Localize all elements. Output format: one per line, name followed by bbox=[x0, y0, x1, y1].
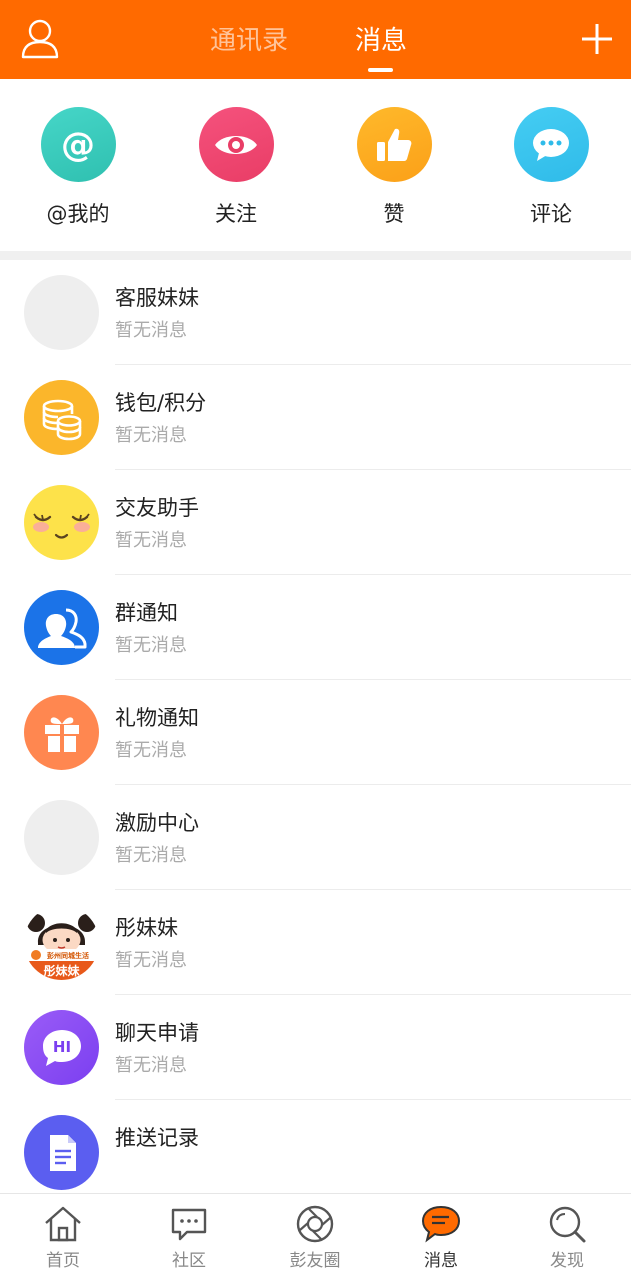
at-icon: @ bbox=[40, 107, 116, 182]
message-title: 群通知 bbox=[115, 601, 178, 625]
tab-contacts[interactable]: 通讯录 bbox=[210, 24, 288, 58]
quick-action-label: 关注 bbox=[215, 202, 257, 226]
nav-label: 社区 bbox=[172, 1251, 206, 1271]
comment-icon bbox=[513, 107, 589, 182]
plus-icon[interactable] bbox=[580, 22, 614, 56]
character-avatar: 彭州同城生活 彤妹妹 bbox=[24, 905, 99, 980]
message-subtitle: 暂无消息 bbox=[115, 425, 187, 446]
message-subtitle: 暂无消息 bbox=[115, 950, 187, 971]
nav-messages[interactable]: 消息 bbox=[378, 1194, 504, 1280]
document-icon bbox=[24, 1115, 99, 1190]
message-subtitle: 暂无消息 bbox=[115, 740, 187, 761]
message-title: 聊天申请 bbox=[115, 1021, 199, 1045]
community-chat-icon bbox=[169, 1204, 209, 1244]
svg-text:@: @ bbox=[61, 125, 95, 165]
quick-actions: @ @我的 关注 赞 评论 bbox=[0, 79, 631, 251]
placeholder-avatar bbox=[24, 275, 99, 350]
group-icon bbox=[24, 590, 99, 665]
thumbs-up-icon bbox=[356, 107, 432, 182]
message-subtitle: 暂无消息 bbox=[115, 320, 187, 341]
nav-label: 发现 bbox=[550, 1251, 584, 1271]
message-row-friend-assistant[interactable]: 交友助手 暂无消息 bbox=[0, 470, 631, 575]
message-title: 礼物通知 bbox=[115, 706, 199, 730]
section-divider bbox=[0, 251, 631, 260]
message-row-chat-request[interactable]: HI 聊天申请 暂无消息 bbox=[0, 995, 631, 1100]
message-row-customer-service[interactable]: 客服妹妹 暂无消息 bbox=[0, 260, 631, 365]
message-subtitle: 暂无消息 bbox=[115, 530, 187, 551]
message-row-push-history[interactable]: 推送记录 bbox=[0, 1100, 631, 1205]
avatar-brand-text: 彭州同城生活 bbox=[47, 951, 89, 960]
nav-community[interactable]: 社区 bbox=[126, 1194, 252, 1280]
search-icon bbox=[547, 1204, 587, 1244]
aperture-icon bbox=[295, 1204, 335, 1244]
tab-messages[interactable]: 消息 bbox=[355, 24, 407, 58]
nav-label: 消息 bbox=[424, 1251, 458, 1271]
message-subtitle: 暂无消息 bbox=[115, 1055, 187, 1076]
nav-label: 首页 bbox=[46, 1251, 80, 1271]
bottom-nav: 首页 社区 彭友圈 消息 发现 bbox=[0, 1193, 631, 1280]
nav-friends-circle[interactable]: 彭友圈 bbox=[252, 1194, 378, 1280]
message-row-group-notice[interactable]: 群通知 暂无消息 bbox=[0, 575, 631, 680]
message-row-wallet[interactable]: 钱包/积分 暂无消息 bbox=[0, 365, 631, 470]
nav-home[interactable]: 首页 bbox=[0, 1194, 126, 1280]
message-icon bbox=[421, 1204, 461, 1244]
message-row-tong-meimei[interactable]: 彭州同城生活 彤妹妹 彤妹妹 暂无消息 bbox=[0, 890, 631, 995]
message-title: 激励中心 bbox=[115, 811, 199, 835]
coins-icon bbox=[24, 380, 99, 455]
placeholder-avatar bbox=[24, 800, 99, 875]
quick-action-comments[interactable]: 评论 bbox=[496, 107, 606, 228]
gift-icon bbox=[24, 695, 99, 770]
message-title: 钱包/积分 bbox=[115, 391, 207, 415]
quick-action-likes[interactable]: 赞 bbox=[339, 107, 449, 228]
message-screen: 通讯录 消息 @ @我的 关注 赞 评论 客服妹妹 暂无消息 钱包/积分 暂无消… bbox=[0, 0, 631, 1280]
message-title: 交友助手 bbox=[115, 496, 199, 520]
message-subtitle: 暂无消息 bbox=[115, 845, 187, 866]
eye-icon bbox=[198, 107, 274, 182]
top-bar: 通讯录 消息 bbox=[0, 0, 631, 79]
nav-discover[interactable]: 发现 bbox=[504, 1194, 630, 1280]
avatar-mascot-text: 彤妹妹 bbox=[43, 963, 80, 978]
message-title: 彤妹妹 bbox=[115, 916, 178, 940]
quick-action-label: 评论 bbox=[530, 202, 572, 226]
message-title: 客服妹妹 bbox=[115, 286, 199, 310]
quick-action-label: 赞 bbox=[383, 202, 405, 226]
message-subtitle: 暂无消息 bbox=[115, 635, 187, 656]
message-title: 推送记录 bbox=[115, 1126, 199, 1150]
message-list: 客服妹妹 暂无消息 钱包/积分 暂无消息 交友助手 暂无消息 群通知 暂无消息 … bbox=[0, 260, 631, 1205]
nav-label: 彭友圈 bbox=[289, 1251, 341, 1271]
message-row-gift-notice[interactable]: 礼物通知 暂无消息 bbox=[0, 680, 631, 785]
smiley-face-icon bbox=[24, 485, 99, 560]
quick-action-label: @我的 bbox=[46, 202, 110, 226]
home-icon bbox=[43, 1204, 83, 1244]
quick-action-follow[interactable]: 关注 bbox=[181, 107, 291, 228]
active-tab-indicator bbox=[368, 68, 393, 72]
message-row-incentive-center[interactable]: 激励中心 暂无消息 bbox=[0, 785, 631, 890]
user-icon[interactable] bbox=[20, 18, 60, 60]
hi-chat-icon: HI bbox=[24, 1010, 99, 1085]
hi-text: HI bbox=[52, 1038, 70, 1056]
quick-action-mentions[interactable]: @ @我的 bbox=[23, 107, 133, 228]
